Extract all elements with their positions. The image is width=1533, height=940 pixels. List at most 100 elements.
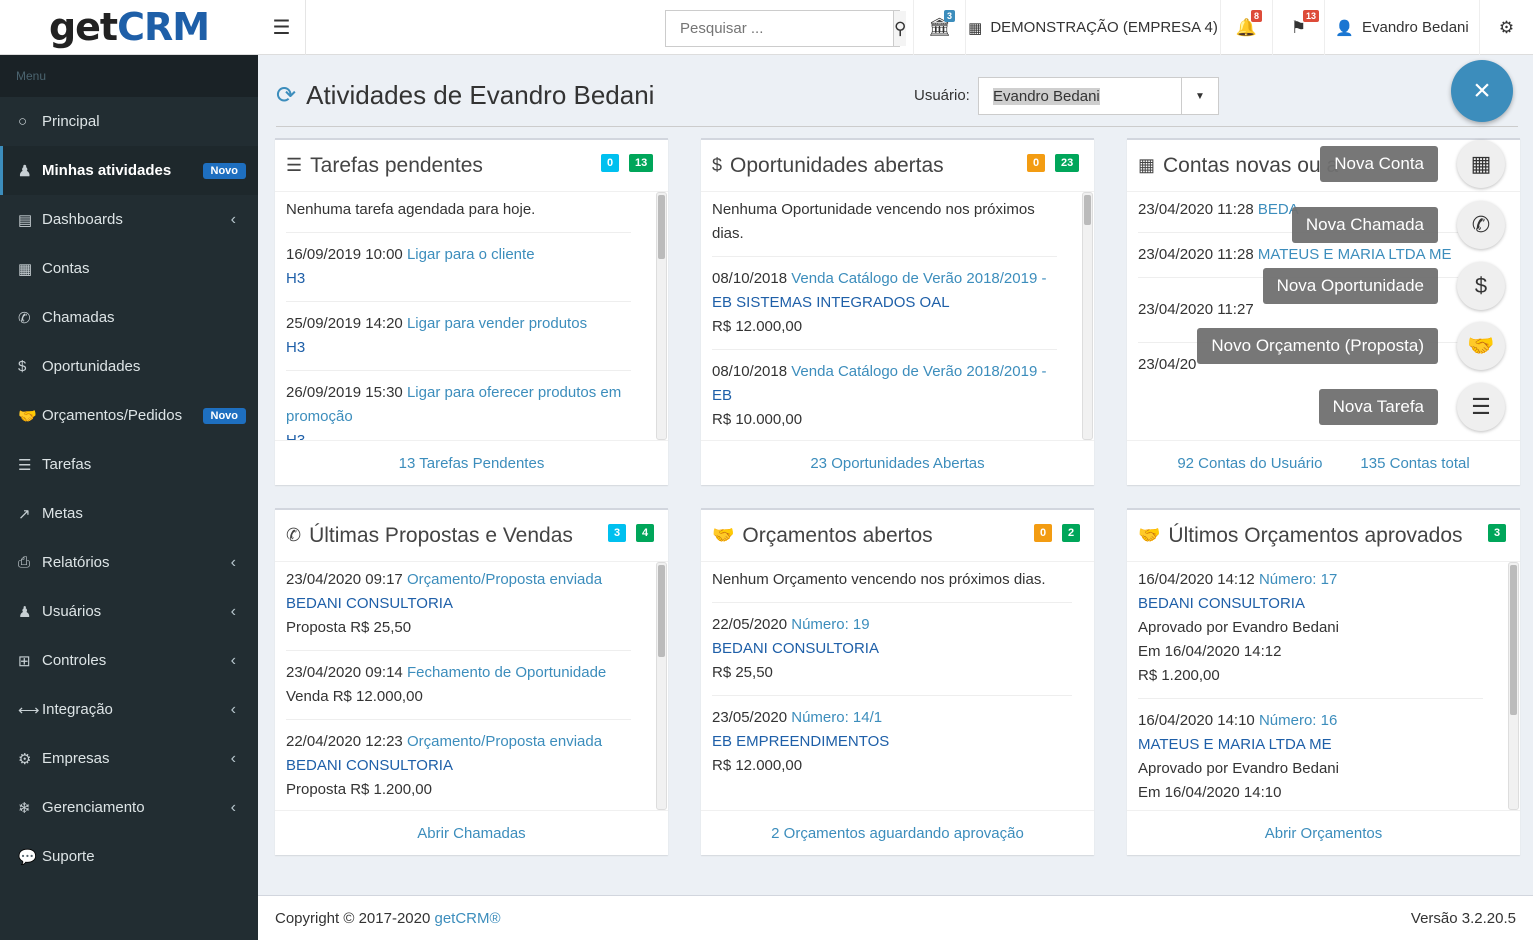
sidebar-item-gerenciamento[interactable]: ❄ Gerenciamento ‹: [0, 783, 258, 832]
item-value: R$ 12.000,00: [712, 318, 803, 335]
fab-label[interactable]: Novo Orçamento (Proposta): [1197, 328, 1438, 364]
sidebar-item-usuarios[interactable]: ♟ Usuários ‹: [0, 587, 258, 636]
item-link[interactable]: Número: 19: [791, 616, 869, 633]
sidebar-item-label: Oportunidades: [42, 358, 141, 375]
sidebar-item-label: Chamadas: [42, 309, 115, 326]
item-company[interactable]: BEDANI CONSULTORIA: [712, 640, 879, 657]
proposals-list: 23/04/2020 09:17 Orçamento/Proposta envi…: [275, 562, 668, 810]
item-link[interactable]: Ligar para vender produtos: [407, 315, 587, 332]
empty-text: Nenhum Orçamento vencendo nos próximos d…: [712, 571, 1046, 588]
sidebar-item-suporte[interactable]: 💬 Suporte: [0, 832, 258, 881]
company-name: DEMONSTRAÇÃO (EMPRESA 4): [990, 19, 1218, 36]
sidebar-item-integracao[interactable]: ⟷ Integração ‹: [0, 685, 258, 734]
phone-icon: ✆: [286, 525, 302, 545]
scrollbar[interactable]: [1082, 192, 1093, 440]
fab-new-task[interactable]: Nova Tarefa ☰: [1318, 383, 1505, 431]
item-link[interactable]: Número: 14/1: [791, 709, 882, 726]
search-button[interactable]: ⚲: [893, 11, 907, 46]
search-input[interactable]: [666, 11, 893, 46]
tasks-box: ☰ Tarefas pendentes 0 13 Nenhuma tarefa a…: [275, 138, 668, 485]
scrollbar[interactable]: [656, 562, 667, 810]
company-selector[interactable]: ▦ DEMONSTRAÇÃO (EMPRESA 4): [965, 0, 1220, 55]
item-company[interactable]: BEDANI CONSULTORIA: [286, 757, 453, 774]
proposals-box: ✆ Últimas Propostas e Vendas 3 4 23/04/20…: [275, 508, 668, 855]
item-link[interactable]: Orçamento/Proposta enviada: [407, 733, 602, 750]
item-company[interactable]: EB SISTEMAS INTEGRADOS OAL: [712, 294, 950, 311]
item-link[interactable]: Número: 16: [1259, 712, 1337, 729]
fab-new-quote[interactable]: Novo Orçamento (Proposta) 🤝: [1197, 322, 1505, 370]
user-menu[interactable]: 👤 Evandro Bedani: [1324, 0, 1479, 55]
dollar-icon: $: [712, 155, 723, 175]
sidebar-item-chamadas[interactable]: ✆ Chamadas: [0, 293, 258, 342]
user-filter-select[interactable]: Evandro Bedani ▼: [978, 77, 1219, 115]
footer-link[interactable]: 2 Orçamentos aguardando aprovação: [771, 825, 1024, 842]
count-badge: 3: [1488, 524, 1507, 542]
item-link[interactable]: Ligar para o cliente: [407, 246, 535, 263]
box-title: Últimos Orçamentos aprovados: [1168, 523, 1463, 547]
sidebar-item-dashboards[interactable]: ▤ Dashboards ‹: [0, 195, 258, 244]
app-logo[interactable]: get CRM: [0, 0, 258, 55]
fab-new-call[interactable]: Nova Chamada ✆: [1291, 201, 1505, 249]
list-item: Nenhuma Oportunidade vencendo nos próxim…: [712, 192, 1057, 257]
fab-label[interactable]: Nova Tarefa: [1318, 389, 1438, 425]
sidebar-item-label: Integração: [42, 701, 113, 718]
fab-new-account[interactable]: Nova Conta ▦: [1320, 140, 1505, 188]
tasks-icon[interactable]: ☰: [1457, 383, 1505, 431]
building-icon[interactable]: ▦: [1457, 140, 1505, 188]
sidebar-item-relatorios[interactable]: ⎙ Relatórios ‹: [0, 538, 258, 587]
sidebar-item-oportunidades[interactable]: $ Oportunidades: [0, 342, 258, 391]
chevron-left-icon: ‹: [230, 749, 236, 767]
fab-label[interactable]: Nova Oportunidade: [1262, 268, 1438, 304]
item-company[interactable]: BEDANI CONSULTORIA: [286, 595, 453, 612]
handshake-icon[interactable]: 🤝: [1457, 322, 1505, 370]
footer-link[interactable]: 13 Tarefas Pendentes: [399, 455, 545, 472]
footer-link[interactable]: 23 Oportunidades Abertas: [810, 455, 984, 472]
scrollbar[interactable]: [1508, 562, 1519, 810]
item-link[interactable]: Venda Catálogo de Verão 2018/2019 -: [791, 363, 1046, 380]
scrollbar[interactable]: [656, 192, 667, 440]
footer-link[interactable]: 92 Contas do Usuário: [1177, 455, 1322, 472]
sidebar-item-label: Relatórios: [42, 554, 110, 571]
brand-link[interactable]: getCRM®: [435, 910, 501, 927]
footer-link[interactable]: Abrir Orçamentos: [1265, 825, 1383, 842]
sidebar-item-minhas-atividades[interactable]: ♟ Minhas atividades Novo: [0, 146, 258, 195]
dollar-icon[interactable]: $: [1457, 262, 1505, 310]
bank-nav[interactable]: 🏛 3: [913, 0, 965, 55]
sidebar-item-label: Suporte: [42, 848, 95, 865]
fab-label[interactable]: Nova Conta: [1320, 146, 1438, 182]
sidebar-item-principal[interactable]: ○ Principal: [0, 97, 258, 146]
item-company[interactable]: MATEUS E MARIA LTDA ME: [1138, 736, 1332, 753]
item-link[interactable]: Venda Catálogo de Verão 2018/2019 -: [791, 270, 1046, 287]
chevron-left-icon: ‹: [230, 651, 236, 669]
item-company[interactable]: EB EMPREENDIMENTOS: [712, 733, 889, 750]
sidebar-item-controles[interactable]: ⊞ Controles ‹: [0, 636, 258, 685]
sidebar-item-metas[interactable]: ↗ Metas: [0, 489, 258, 538]
footer-link[interactable]: Abrir Chamadas: [417, 825, 525, 842]
phone-icon[interactable]: ✆: [1457, 201, 1505, 249]
hamburger-menu-icon[interactable]: ☰: [258, 0, 306, 55]
sidebar-item-tarefas[interactable]: ☰ Tarefas: [0, 440, 258, 489]
user-icon: 👤: [1335, 19, 1354, 37]
user-icon: ♟: [18, 162, 32, 180]
item-link[interactable]: Número: 17: [1259, 571, 1337, 588]
notifications-nav[interactable]: 🔔 8: [1220, 0, 1272, 55]
item-company[interactable]: BEDANI CONSULTORIA: [1138, 595, 1305, 612]
settings-nav[interactable]: ⚙: [1479, 0, 1533, 55]
flags-nav[interactable]: ⚑ 13: [1272, 0, 1324, 55]
footer-link[interactable]: 135 Contas total: [1360, 455, 1469, 472]
item-date: 16/09/2019 10:00: [286, 246, 403, 263]
fab-close-button[interactable]: ×: [1451, 60, 1513, 122]
item-link[interactable]: Orçamento/Proposta enviada: [407, 571, 602, 588]
sidebar-item-contas[interactable]: ▦ Contas: [0, 244, 258, 293]
item-link[interactable]: Fechamento de Oportunidade: [407, 664, 606, 681]
list-item: 23/04/2020 09:17 Orçamento/Proposta envi…: [286, 562, 631, 651]
open-quotes-list: Nenhum Orçamento vencendo nos próximos d…: [701, 562, 1094, 810]
fab-label[interactable]: Nova Chamada: [1291, 207, 1438, 243]
sidebar-item-empresas[interactable]: ⚙ Empresas ‹: [0, 734, 258, 783]
sidebar-item-orcamentos[interactable]: 🤝 Orçamentos/Pedidos Novo: [0, 391, 258, 440]
fab-new-opportunity[interactable]: Nova Oportunidade $: [1262, 262, 1505, 310]
empty-text: Nenhuma tarefa agendada para hoje.: [286, 201, 536, 218]
building-icon: ▦: [1138, 155, 1156, 175]
refresh-icon[interactable]: ⟳: [276, 81, 296, 110]
item-company[interactable]: EB: [712, 387, 732, 404]
